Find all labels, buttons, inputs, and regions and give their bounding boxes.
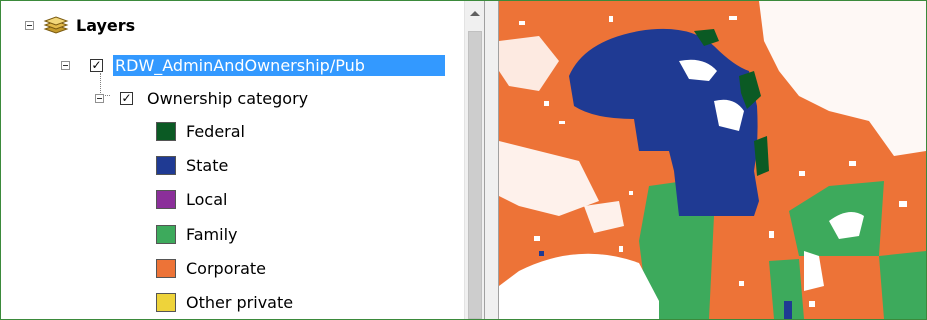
group-visibility-checkbox[interactable]: ✓ — [120, 91, 133, 105]
scrollbar-thumb[interactable] — [468, 31, 482, 319]
legend-swatch-state — [156, 155, 176, 175]
toc-scrollbar[interactable] — [464, 1, 484, 319]
layer-name-label[interactable]: RDW_AdminAndOwnership/Pub — [113, 54, 445, 76]
legend-swatch-other-private — [156, 292, 176, 312]
ownership-map-raster — [499, 1, 926, 319]
map-view[interactable] — [499, 1, 926, 319]
arcmap-window: Layers ✓ RDW_AdminAndOwnership/Pub ✓ Own… — [0, 0, 927, 320]
legend-item: Corporate — [156, 253, 266, 283]
toc-group-row[interactable]: ✓ Ownership category — [95, 83, 308, 113]
layers-stack-icon — [43, 16, 69, 34]
scroll-up-icon[interactable] — [470, 11, 480, 16]
legend-swatch-local — [156, 189, 176, 209]
layer-visibility-checkbox[interactable]: ✓ — [90, 58, 103, 72]
legend-item: Local — [156, 184, 227, 214]
toc-root-label: Layers — [76, 15, 136, 35]
legend-swatch-corporate — [156, 258, 176, 278]
group-label: Ownership category — [147, 88, 309, 108]
legend-label: Other private — [186, 292, 294, 312]
table-of-contents: Layers ✓ RDW_AdminAndOwnership/Pub ✓ Own… — [1, 1, 464, 319]
legend-label: State — [186, 155, 229, 175]
legend-label: Corporate — [186, 258, 266, 278]
legend-item: Family — [156, 219, 237, 249]
toc-layer-row[interactable]: ✓ RDW_AdminAndOwnership/Pub — [61, 50, 445, 80]
legend-label: Family — [186, 224, 238, 244]
legend-swatch-family — [156, 224, 176, 244]
legend-item: Other private — [156, 287, 293, 317]
legend-label: Federal — [186, 121, 245, 141]
legend-item: State — [156, 150, 228, 180]
pane-splitter[interactable] — [484, 1, 499, 319]
collapse-minus-icon[interactable] — [95, 93, 104, 103]
legend-label: Local — [186, 189, 228, 209]
legend-swatch-federal — [156, 121, 176, 141]
collapse-minus-icon[interactable] — [25, 20, 34, 30]
legend-item: Federal — [156, 116, 245, 146]
collapse-minus-icon[interactable] — [61, 60, 70, 70]
toc-root-row[interactable]: Layers — [25, 10, 135, 40]
